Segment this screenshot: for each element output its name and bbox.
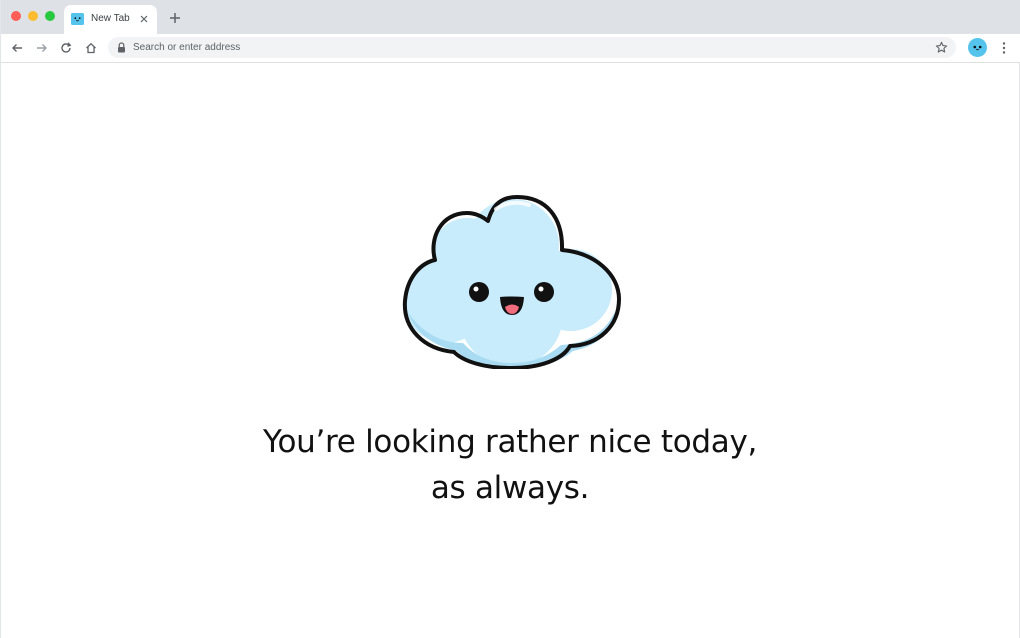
menu-dots-icon[interactable] (997, 40, 1011, 56)
address-bar[interactable] (108, 37, 956, 58)
browser-toolbar (1, 34, 1020, 63)
new-tab-page: You’re looking rather nice today, as alw… (1, 63, 1019, 638)
maximize-window-button[interactable] (45, 11, 55, 21)
close-icon[interactable] (138, 13, 150, 25)
smiling-cloud-icon (402, 195, 621, 369)
profile-avatar[interactable] (968, 38, 987, 57)
back-arrow-icon[interactable] (10, 41, 24, 55)
lock-icon (118, 42, 125, 53)
tab-title: New Tab (91, 13, 130, 24)
greeting-line-2: as always. (430, 470, 590, 506)
close-window-button[interactable] (11, 11, 21, 21)
new-tab-button[interactable] (168, 11, 182, 25)
tab-new-tab[interactable]: New Tab (64, 5, 157, 34)
greeting-message: You’re looking rather nice today, as alw… (1, 419, 1019, 511)
forward-arrow-icon[interactable] (35, 41, 49, 55)
star-icon[interactable] (935, 41, 948, 54)
home-icon[interactable] (84, 41, 98, 55)
cloud-face-icon (973, 45, 982, 51)
address-input[interactable] (133, 39, 913, 56)
cloud-favicon-icon (71, 13, 84, 25)
browser-window: New Tab Search or enter address You’re l… (0, 0, 1020, 638)
reload-icon[interactable] (59, 41, 73, 55)
greeting-line-1: You’re looking rather nice today, (262, 424, 758, 460)
minimize-window-button[interactable] (28, 11, 38, 21)
tab-strip: New Tab (1, 0, 1020, 34)
